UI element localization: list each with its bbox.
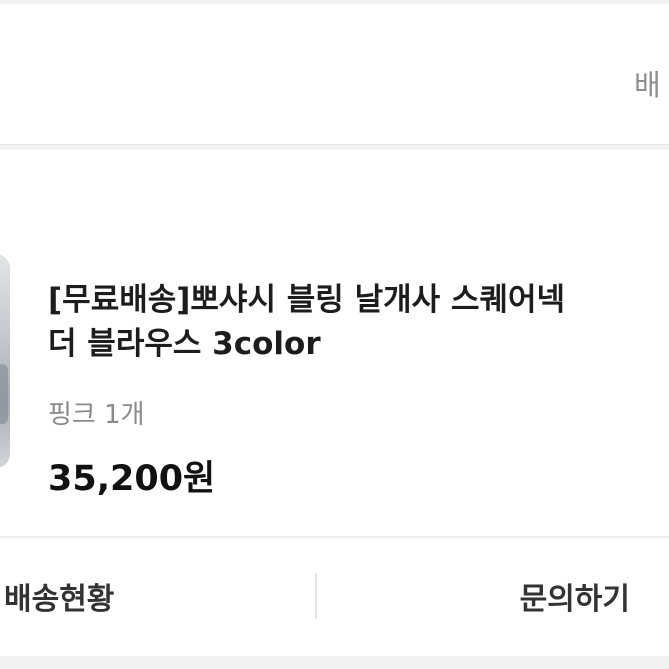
card-divider	[0, 536, 669, 538]
product-title-line-1: [무료배송]뽀샤시 블링 날개사 스퀘어넥	[48, 282, 566, 318]
page: 배 [무료배송]뽀샤시 블링 날개사 스퀘어넥 더 블라우스 3color 핑크…	[0, 0, 669, 669]
product-thumbnail[interactable]	[0, 254, 10, 468]
product-price: 35,200원	[48, 459, 216, 499]
product-title[interactable]: [무료배송]뽀샤시 블링 날개사 스퀘어넥 더 블라우스 3color	[48, 278, 669, 366]
top-right-label[interactable]: 배	[634, 62, 661, 104]
product-title-line-2: 더 블라우스 3color	[48, 326, 321, 362]
action-separator	[315, 573, 317, 619]
top-section-card: 배	[0, 4, 669, 145]
product-option: 핑크 1개	[48, 400, 145, 430]
order-item-card: [무료배송]뽀샤시 블링 날개사 스퀘어넥 더 블라우스 3color 핑크 1…	[0, 150, 669, 656]
delivery-status-button[interactable]: 배송현황	[4, 550, 304, 642]
inquiry-button[interactable]: 문의하기	[330, 550, 630, 642]
